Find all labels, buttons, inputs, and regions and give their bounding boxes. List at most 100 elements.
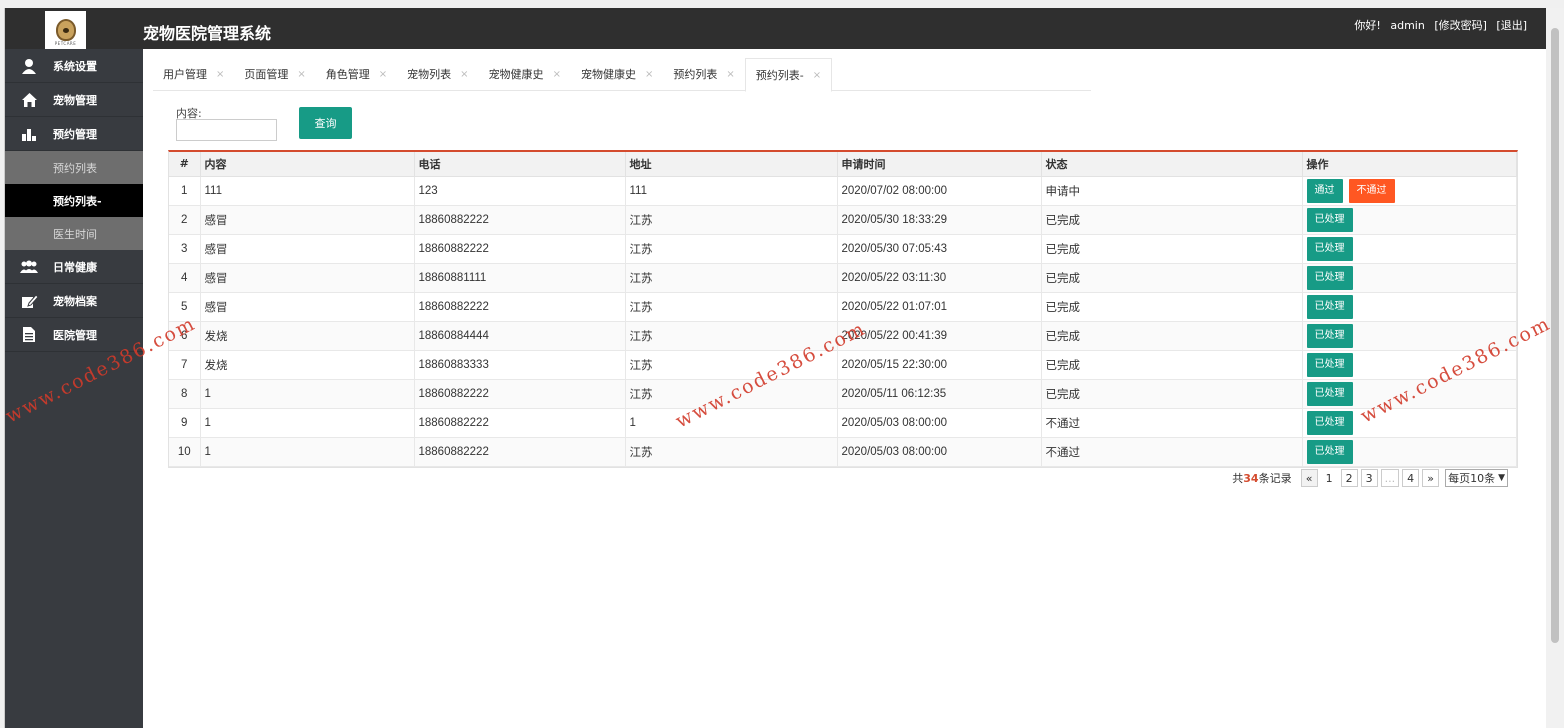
row-number: 8: [169, 379, 201, 409]
search-input[interactable]: [176, 119, 277, 141]
change-password-link[interactable]: [修改密码]: [1434, 19, 1487, 32]
tab-appointment-list[interactable]: 预约列表 ×: [663, 58, 744, 90]
sidebar-item-pet-management[interactable]: 宠物管理: [5, 83, 143, 117]
close-icon[interactable]: ×: [553, 69, 561, 80]
column-header: 申请时间: [837, 152, 1042, 177]
status-cell: 已完成: [1041, 350, 1303, 380]
address-cell: 江苏: [625, 379, 838, 409]
status-cell: 已完成: [1041, 263, 1303, 293]
per-page-select[interactable]: 每页10条 ▼: [1445, 469, 1508, 487]
processed-button[interactable]: 已处理: [1306, 381, 1353, 406]
approve-button[interactable]: 通过: [1306, 178, 1343, 203]
processed-button[interactable]: 已处理: [1306, 294, 1353, 319]
logout-link[interactable]: [退出]: [1496, 19, 1527, 32]
phone-cell: 18860881111: [414, 263, 626, 293]
page-button-4[interactable]: 4: [1402, 469, 1420, 487]
close-icon[interactable]: ×: [297, 69, 305, 80]
processed-button[interactable]: 已处理: [1306, 207, 1353, 232]
edit-icon: [20, 293, 38, 309]
pagination: 共34条记录 « 1 2 3 ... 4 » 每页10条 ▼: [1232, 469, 1508, 487]
phone-cell: 18860884444: [414, 321, 626, 351]
scrollbar-thumb[interactable]: [1551, 28, 1559, 643]
row-number: 9: [169, 408, 201, 438]
actions-cell: 已处理: [1302, 292, 1517, 322]
content-cell: 1: [200, 408, 415, 438]
prev-page-button[interactable]: «: [1300, 469, 1318, 487]
sidebar-item-label: 预约管理: [53, 127, 97, 141]
processed-button[interactable]: 已处理: [1306, 439, 1353, 464]
table-row: 4 感冒 18860881111 江苏 2020/05/22 03:11:30 …: [169, 263, 1517, 293]
tab-label: 角色管理: [325, 68, 370, 81]
address-cell: 111: [625, 176, 838, 206]
search-button[interactable]: 查询: [299, 107, 352, 139]
close-icon[interactable]: ×: [726, 69, 734, 80]
phone-cell: 18860882222: [414, 292, 626, 322]
table-row: 8 1 18860882222 江苏 2020/05/11 06:12:35 已…: [169, 379, 1517, 409]
close-icon[interactable]: ×: [379, 69, 387, 80]
phone-cell: 18860882222: [414, 205, 626, 235]
greeting: 你好!: [1354, 19, 1381, 32]
sidebar-item-hospital-management[interactable]: 医院管理: [5, 318, 143, 352]
page-button-2[interactable]: 2: [1340, 469, 1358, 487]
tab-user-management[interactable]: 用户管理 ×: [153, 58, 234, 90]
page-button-1[interactable]: 1: [1320, 469, 1338, 487]
table-row: 10 1 18860882222 江苏 2020/05/03 08:00:00 …: [169, 437, 1517, 467]
address-cell: 江苏: [625, 234, 838, 264]
tab-pet-health-history[interactable]: 宠物健康史 ×: [479, 58, 571, 90]
next-page-button[interactable]: »: [1422, 469, 1440, 487]
processed-button[interactable]: 已处理: [1306, 265, 1353, 290]
column-header: 电话: [414, 152, 626, 177]
tab-label: 用户管理: [163, 68, 207, 81]
content-cell: 感冒: [200, 292, 415, 322]
tab-label: 宠物健康史: [488, 68, 544, 81]
app-title: 宠物医院管理系统: [143, 24, 272, 43]
content-cell: 感冒: [200, 234, 415, 264]
column-header: 内容: [200, 152, 415, 177]
tab-label: 宠物健康史: [580, 68, 636, 81]
total-records: 共34条记录: [1232, 470, 1291, 486]
processed-button[interactable]: 已处理: [1306, 236, 1353, 261]
sidebar-item-pet-records[interactable]: 宠物档案: [5, 284, 143, 318]
content-cell: 1: [200, 379, 415, 409]
sidebar-item-system-settings[interactable]: 系统设置: [5, 49, 143, 83]
sidebar-item-label: 宠物管理: [53, 93, 97, 107]
document-icon: [20, 327, 38, 343]
content-cell: 感冒: [200, 205, 415, 235]
processed-button[interactable]: 已处理: [1306, 352, 1353, 377]
processed-button[interactable]: 已处理: [1306, 323, 1353, 348]
group-icon: [20, 259, 38, 275]
page-scrollbar[interactable]: [1546, 8, 1564, 728]
phone-cell: 18860883333: [414, 350, 626, 380]
tab-role-management[interactable]: 角色管理 ×: [316, 58, 397, 90]
table-row: 6 发烧 18860884444 江苏 2020/05/22 00:41:39 …: [169, 321, 1517, 351]
address-cell: 江苏: [625, 292, 838, 322]
page-button-3[interactable]: 3: [1360, 469, 1378, 487]
logo-text: PETCARE: [54, 41, 77, 46]
sidebar-subitem-appointment-list-2[interactable]: 预约列表-: [5, 184, 143, 217]
close-icon[interactable]: ×: [645, 69, 653, 80]
close-icon[interactable]: ×: [216, 69, 224, 80]
column-header: 状态: [1041, 152, 1303, 177]
reject-button[interactable]: 不通过: [1348, 178, 1395, 203]
sidebar-item-daily-health[interactable]: 日常健康: [5, 250, 143, 284]
content-cell: 111: [200, 176, 415, 206]
close-icon[interactable]: ×: [460, 69, 468, 80]
tab-pet-list[interactable]: 宠物列表 ×: [397, 58, 478, 90]
table-row: 5 感冒 18860882222 江苏 2020/05/22 01:07:01 …: [169, 292, 1517, 322]
tab-page-management[interactable]: 页面管理 ×: [234, 58, 315, 90]
processed-button[interactable]: 已处理: [1306, 410, 1353, 435]
tab-pet-health-history-2[interactable]: 宠物健康史 ×: [571, 58, 663, 90]
phone-cell: 18860882222: [414, 379, 626, 409]
close-icon[interactable]: ×: [813, 70, 821, 81]
tab-label: 预约列表-: [755, 69, 804, 82]
actions-cell: 已处理: [1302, 234, 1517, 264]
tab-appointment-list-2[interactable]: 预约列表- ×: [744, 58, 833, 92]
sidebar-subitem-doctor-time[interactable]: 医生时间: [5, 217, 143, 250]
appointment-table: # 内容 电话 地址 申请时间 状态 操作 1 111 123 111 2020…: [168, 150, 1518, 468]
sidebar-item-appointment-management[interactable]: 预约管理: [5, 117, 143, 151]
username: admin: [1390, 19, 1425, 32]
total-suffix: 条记录: [1258, 472, 1292, 485]
app-window: PETCARE 宠物医院管理系统 你好! admin [修改密码] [退出] 系…: [4, 8, 1547, 728]
sidebar-subitem-appointment-list[interactable]: 预约列表: [5, 151, 143, 184]
address-cell: 江苏: [625, 205, 838, 235]
